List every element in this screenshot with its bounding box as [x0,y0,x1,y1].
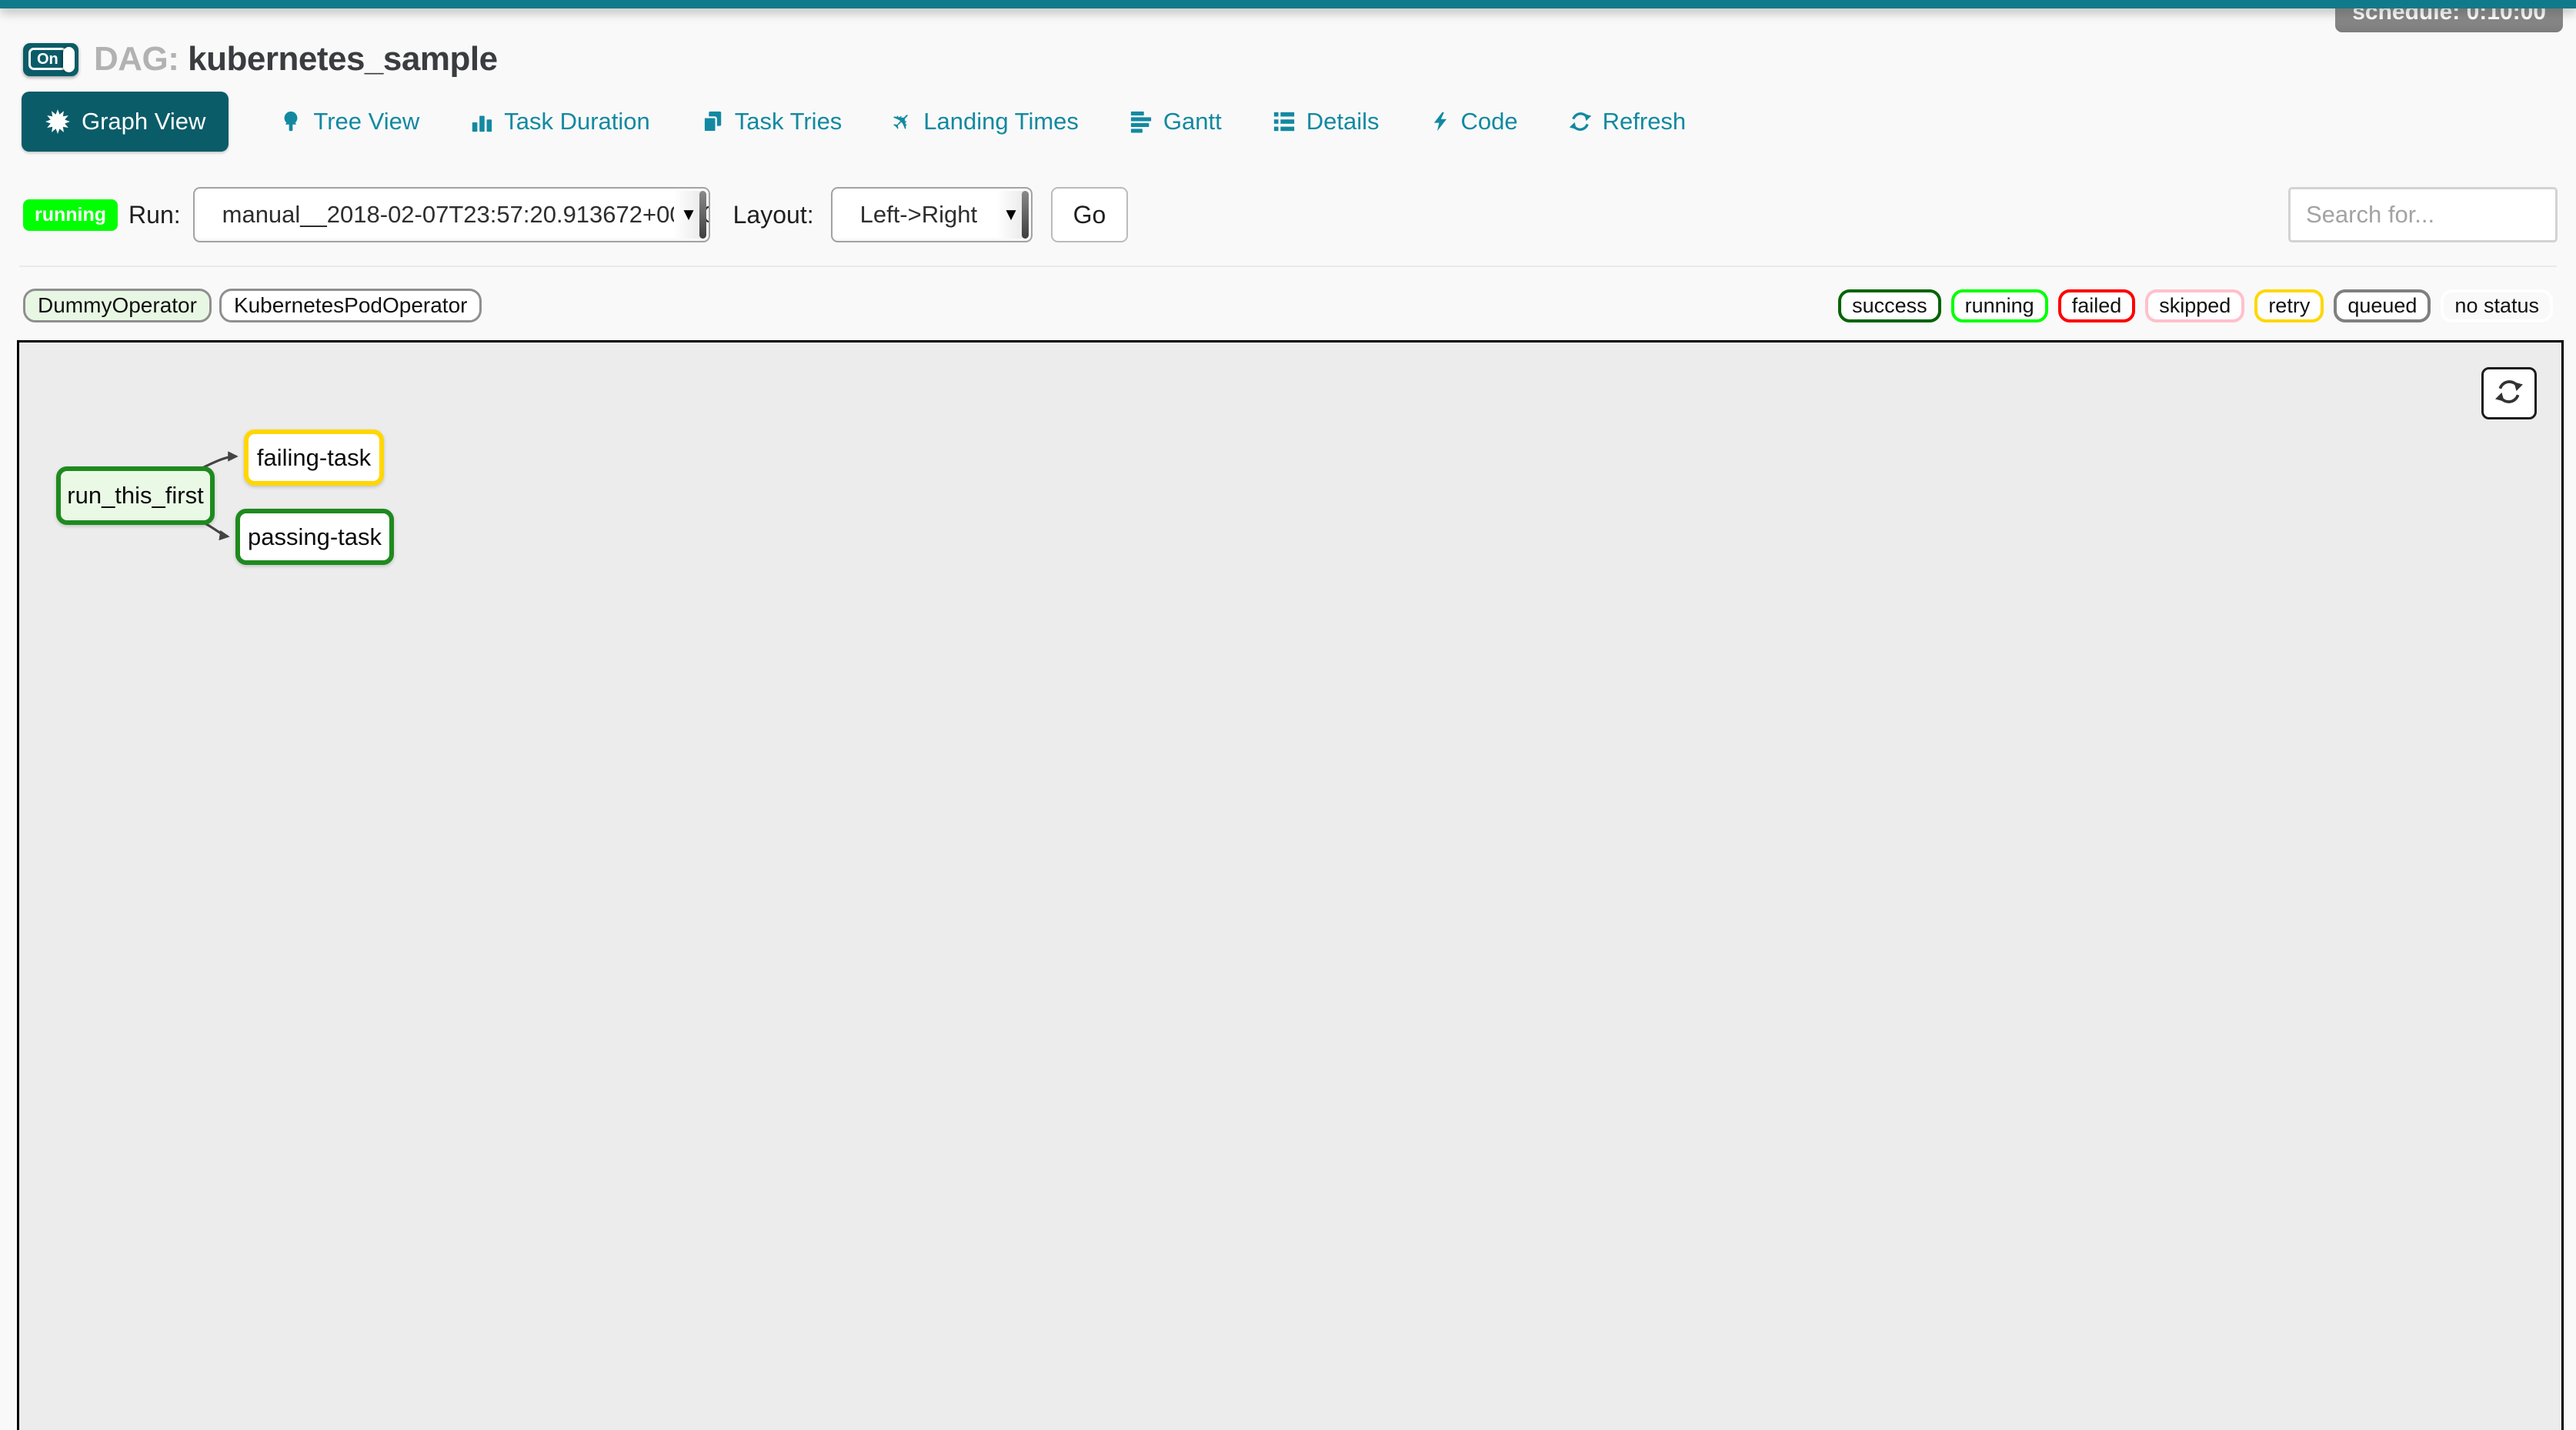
tab-label: Code [1461,108,1518,135]
tab-task-duration[interactable]: Task Duration [470,108,650,135]
legend-row: DummyOperator KubernetesPodOperator succ… [23,289,2553,322]
status-legend-pill: no status [2441,289,2553,322]
chevron-down-icon: ▼ [1006,207,1016,222]
tab-refresh[interactable]: Refresh [1569,108,1687,135]
tab-label: Refresh [1603,108,1687,135]
layout-select[interactable]: Left->Right ▼ [831,187,1033,242]
run-select-value: manual__2018-02-07T23:57:20.913672+00:00 [195,201,709,229]
tab-graph-view[interactable]: Graph View [22,92,229,152]
status-legend-pill: queued [2334,289,2431,322]
layout-label: Layout: [733,201,814,229]
dag-prefix-label: DAG: [94,40,179,78]
dag-graph-canvas: run_this_first failing-task passing-task [17,340,2564,1430]
dag-header: On DAG: kubernetes_sample schedule: 0:10… [0,8,2576,85]
edge-run_this_first-failing-task [202,456,236,468]
tab-tree-view[interactable]: Tree View [279,108,419,135]
list-icon [1273,110,1296,133]
select-arrow-strip: ▼ [996,191,1029,239]
run-label: Run: [128,201,181,229]
dag-edges [19,342,2561,1430]
graph-refresh-button[interactable] [2481,367,2537,419]
task-node-failing-task[interactable]: failing-task [244,429,384,486]
dag-run-status-badge: running [23,199,118,231]
select-scrollbar [699,191,706,239]
refresh-icon [1569,110,1592,133]
tab-label: Task Duration [504,108,650,135]
tab-label: Graph View [82,108,205,135]
duplicate-icon [701,110,724,133]
page-title: DAG: kubernetes_sample [94,40,498,79]
select-arrow-strip: ▼ [674,191,706,239]
tab-gantt[interactable]: Gantt [1130,108,1222,135]
status-legend-pill: retry [2254,289,2324,322]
tab-details[interactable]: Details [1273,108,1380,135]
status-legend-pill: success [1838,289,1941,322]
status-legend: success running failed skipped retry que… [1838,289,2553,322]
tab-label: Landing Times [923,108,1079,135]
task-node-run_this_first[interactable]: run_this_first [56,466,215,525]
status-legend-pill: failed [2058,289,2136,322]
section-divider [19,266,2557,267]
operator-legend-pill: KubernetesPodOperator [219,289,482,322]
task-node-passing-task[interactable]: passing-task [235,509,394,565]
plane-icon: ✈ [893,110,913,134]
tab-label: Details [1306,108,1380,135]
chevron-down-icon: ▼ [684,207,694,222]
toggle-knob [63,47,75,72]
dag-name: kubernetes_sample [188,40,497,78]
tab-label: Gantt [1163,108,1222,135]
search-input[interactable] [2288,187,2558,242]
layout-select-value: Left->Right [833,201,978,229]
view-tabs: Graph View Tree View Task Duration Task … [22,92,2576,152]
bar-chart-icon [470,110,493,133]
refresh-icon [2494,377,2524,410]
align-left-icon [1130,110,1153,133]
bolt-icon [1430,109,1450,134]
go-button[interactable]: Go [1051,187,1129,242]
tab-landing-times[interactable]: ✈ Landing Times [893,108,1079,135]
run-select[interactable]: manual__2018-02-07T23:57:20.913672+00:00… [193,187,710,242]
tab-label: Task Tries [735,108,843,135]
tab-label: Tree View [313,108,419,135]
tree-icon [279,109,302,134]
airflow-graph-view-page: On DAG: kubernetes_sample schedule: 0:10… [0,0,2576,1430]
operator-legend: DummyOperator KubernetesPodOperator [23,289,482,322]
top-navbar [0,0,2576,8]
status-legend-pill: skipped [2145,289,2244,322]
tab-task-tries[interactable]: Task Tries [701,108,843,135]
dag-on-off-toggle[interactable]: On [23,43,78,76]
select-scrollbar [1022,191,1029,239]
operator-legend-pill: DummyOperator [23,289,212,322]
status-legend-pill: running [1951,289,2048,322]
tab-code[interactable]: Code [1430,108,1518,135]
toggle-on-label: On [28,48,67,70]
certificate-icon [45,109,71,135]
run-controls-bar: running Run: manual__2018-02-07T23:57:20… [23,187,2576,242]
